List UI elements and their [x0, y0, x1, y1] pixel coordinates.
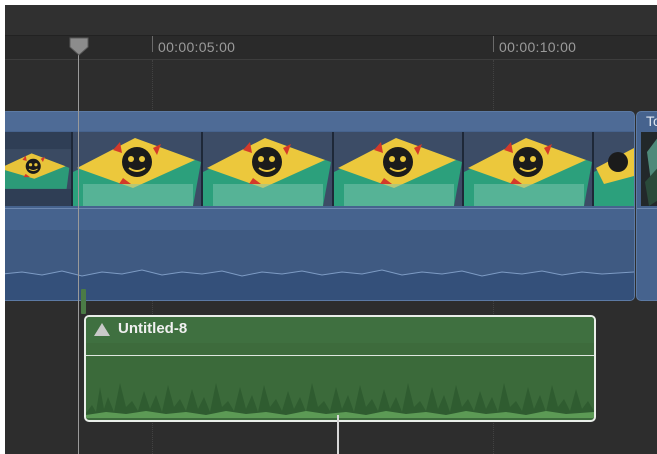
timecode-label: 00:00:10:00	[499, 39, 577, 55]
skimmer-line	[337, 415, 339, 454]
timeline-viewer: 00:00:05:00 00:00:10:00 T Untitled-8	[5, 5, 657, 454]
timeline-ruler[interactable]: 00:00:05:00 00:00:10:00	[5, 36, 657, 60]
next-video-clip[interactable]: To	[636, 111, 657, 301]
filmstrip-frame	[333, 132, 465, 206]
ruler-tick	[493, 36, 494, 52]
clip-title: To	[646, 113, 657, 129]
speaker-cone-icon	[94, 323, 110, 336]
filmstrip-frame	[464, 132, 595, 206]
filmstrip-frame	[641, 132, 657, 206]
clip-divider	[637, 208, 657, 209]
filmstrip-frame	[5, 132, 74, 206]
timeline-toolbar	[5, 5, 657, 36]
primary-video-clip[interactable]	[5, 111, 635, 301]
filmstrip-frame	[203, 132, 334, 206]
clip-filmstrip	[5, 132, 634, 206]
primary-clip-waveform	[5, 230, 634, 300]
playhead-line[interactable]	[78, 39, 79, 454]
audio-waveform	[86, 357, 594, 418]
timeline-track-area[interactable]: To Untitled-8	[5, 60, 657, 454]
filmstrip-frame	[594, 132, 634, 206]
volume-line[interactable]	[86, 355, 594, 356]
connected-audio-clip[interactable]: Untitled-8	[84, 315, 596, 422]
ruler-tick	[152, 36, 153, 52]
filmstrip-frame	[73, 132, 204, 206]
playhead-icon[interactable]	[69, 37, 89, 57]
clip-divider	[5, 208, 634, 209]
clip-header	[5, 112, 634, 131]
timecode-label: 00:00:05:00	[158, 39, 236, 55]
audio-clip-title: Untitled-8	[118, 320, 188, 337]
clip-connection-marker	[81, 289, 86, 314]
